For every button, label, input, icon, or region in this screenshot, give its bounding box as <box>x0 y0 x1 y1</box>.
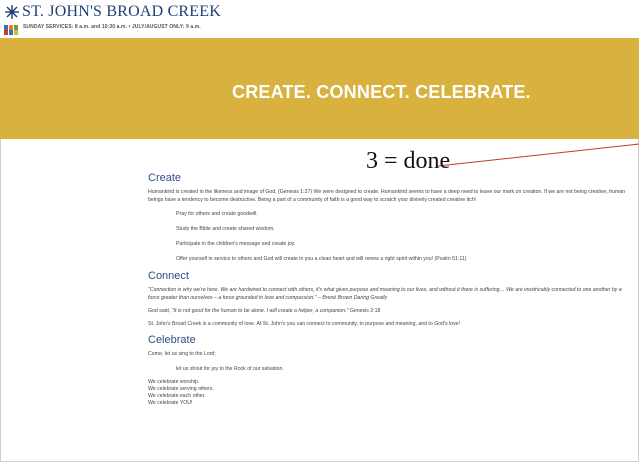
site-logo[interactable]: ST. JOHN'S BROAD CREEK <box>4 4 221 20</box>
handwritten-annotation: 3 = done <box>366 148 451 174</box>
list-item: Study the Bible and create shared wisdom… <box>176 226 275 232</box>
list-item: We celebrate YOU! <box>148 400 193 406</box>
celebrate-line-2: let us shout for joy to the Rock of our … <box>176 366 284 372</box>
genesis-quote: "It is not good for the human to be alon… <box>171 308 349 314</box>
genesis-ref: Genesis 2:18 <box>348 308 381 314</box>
create-section: Create Humankind is created in the liken… <box>148 172 632 263</box>
service-times: SUNDAY SERVICES: 8 a.m. and 10:30 a.m. •… <box>23 24 201 30</box>
community-text: St. John's Broad Creek is a community of… <box>148 321 460 327</box>
list-item: Pray for others and create goodwill. <box>176 211 258 217</box>
site-header: ST. JOHN'S BROAD CREEK SUNDAY SERVICES: … <box>0 0 639 38</box>
celebrate-heading: Celebrate <box>148 334 196 346</box>
connect-section: Connect "Connection is why we're here. W… <box>148 270 632 328</box>
list-item: Participate in the children's message an… <box>176 241 296 247</box>
genesis-prefix: God said, <box>148 308 172 314</box>
celebrate-section: Celebrate Come, let us sing to the Lord;… <box>148 334 632 407</box>
connect-quote: "Connection is why we're here. We are ha… <box>148 287 622 301</box>
list-item: We celebrate serving others. <box>148 386 214 392</box>
genesis-line: God said, "It is not good for the human … <box>148 307 632 315</box>
hero-tagline: CREATE. CONNECT. CELEBRATE. <box>232 82 531 102</box>
celebrate-list: We celebrate worship. We celebrate servi… <box>148 379 632 407</box>
list-item: We celebrate worship. <box>148 379 200 385</box>
connect-heading: Connect <box>148 270 189 282</box>
main-content: Create Humankind is created in the liken… <box>148 172 632 413</box>
snowflake-cross-icon <box>4 4 20 20</box>
list-item: Offer yourself in service to others and … <box>176 256 467 262</box>
site-title: ST. JOHN'S BROAD CREEK <box>22 3 222 20</box>
hero-banner: CREATE. CONNECT. CELEBRATE. <box>0 38 639 139</box>
create-intro: Humankind is created in the likeness and… <box>148 189 626 203</box>
create-list: Pray for others and create goodwill. Stu… <box>148 210 632 263</box>
celebrate-line-1: Come, let us sing to the Lord; <box>148 351 216 357</box>
stained-glass-icon <box>4 22 18 35</box>
list-item: We celebrate each other. <box>148 393 206 399</box>
create-heading: Create <box>148 172 182 184</box>
